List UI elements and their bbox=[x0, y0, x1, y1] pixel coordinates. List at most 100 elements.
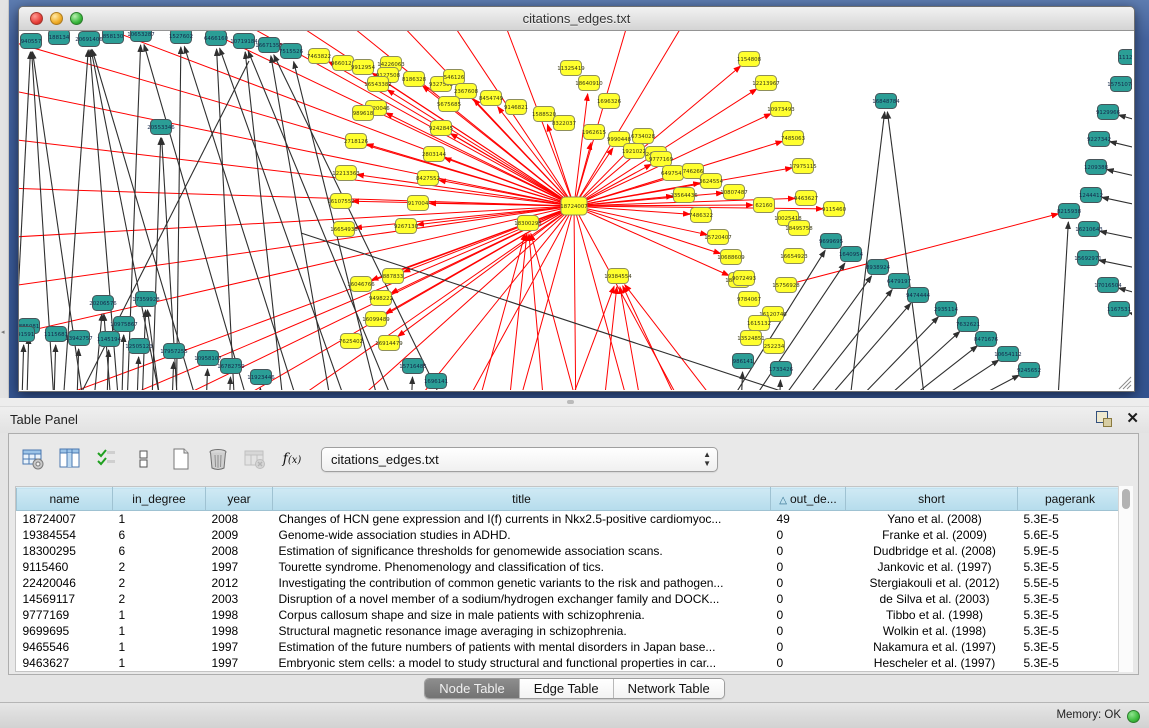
cell[interactable]: 9465546 bbox=[17, 639, 113, 655]
cell[interactable]: 5.3E-5 bbox=[1018, 591, 1123, 607]
graph-edge[interactable] bbox=[217, 49, 236, 390]
cell[interactable]: 5.3E-5 bbox=[1018, 623, 1123, 639]
table-row[interactable]: 2242004622012Investigating the contribut… bbox=[17, 575, 1123, 591]
select-columns-icon[interactable] bbox=[94, 446, 120, 472]
table-row[interactable]: 911546021997Tourette syndrome. Phenomeno… bbox=[17, 559, 1123, 575]
column-header-name[interactable]: name bbox=[17, 488, 113, 511]
graph-edge[interactable] bbox=[91, 314, 102, 390]
scrollbar-thumb[interactable] bbox=[1122, 489, 1130, 509]
cell[interactable]: 2008 bbox=[206, 543, 273, 559]
cell[interactable]: 2008 bbox=[206, 511, 273, 528]
graph-edge[interactable] bbox=[574, 206, 576, 390]
cell[interactable]: 1997 bbox=[206, 655, 273, 671]
graph-edge[interactable] bbox=[136, 357, 139, 390]
cell[interactable]: 1998 bbox=[206, 607, 273, 623]
graph-edge[interactable] bbox=[398, 206, 574, 336]
cell[interactable]: 1997 bbox=[206, 639, 273, 655]
graph-edge[interactable] bbox=[53, 345, 56, 390]
column-header-in_degree[interactable]: in_degree bbox=[113, 488, 206, 511]
cell[interactable]: 9115460 bbox=[17, 559, 113, 575]
cell[interactable]: 1 bbox=[113, 639, 206, 655]
graph-edge[interactable] bbox=[1129, 313, 1132, 324]
graph-edge[interactable] bbox=[601, 287, 617, 390]
memory-status-indicator[interactable] bbox=[1127, 710, 1140, 723]
close-panel-icon[interactable]: ✕ bbox=[1126, 411, 1139, 427]
cell[interactable]: 19384554 bbox=[17, 527, 113, 543]
cell[interactable]: 5.9E-5 bbox=[1018, 543, 1123, 559]
cell[interactable]: Estimation of significance thresholds fo… bbox=[273, 543, 771, 559]
graph-edge[interactable] bbox=[1110, 142, 1132, 154]
cell[interactable]: 0 bbox=[771, 639, 846, 655]
graph-edge[interactable] bbox=[623, 286, 691, 390]
table-row[interactable]: 1938455462009Genome-wide association stu… bbox=[17, 527, 1123, 543]
table-row[interactable]: 1830029562008Estimation of significance … bbox=[17, 543, 1123, 559]
graph-edge[interactable] bbox=[786, 214, 1058, 285]
cell[interactable]: 2 bbox=[113, 559, 206, 575]
canvas-resize-grip[interactable] bbox=[1123, 381, 1131, 389]
graph-edge[interactable] bbox=[245, 52, 286, 390]
cell[interactable]: 9463627 bbox=[17, 655, 113, 671]
canvas-resize-grip[interactable] bbox=[1127, 385, 1131, 389]
change-table-mode-icon[interactable] bbox=[20, 446, 46, 472]
cell[interactable]: Wolkin et al. (1998) bbox=[846, 623, 1018, 639]
graph-edge[interactable] bbox=[620, 287, 646, 390]
table-row[interactable]: 977716911998Corpus callosum shape and si… bbox=[17, 607, 1123, 623]
column-header-out_de[interactable]: △out_de... bbox=[771, 488, 846, 511]
graph-edge[interactable] bbox=[184, 46, 306, 390]
cell[interactable]: Stergiakouli et al. (2012) bbox=[846, 575, 1018, 591]
graph-edge[interactable] bbox=[41, 206, 574, 390]
cell[interactable]: 2 bbox=[113, 591, 206, 607]
graph-edge[interactable] bbox=[559, 286, 614, 390]
cell[interactable]: 5.3E-5 bbox=[1018, 511, 1123, 528]
cell[interactable]: Jankovic et al. (1997) bbox=[846, 559, 1018, 575]
cell[interactable]: Franke et al. (2009) bbox=[846, 527, 1018, 543]
graph-edge[interactable] bbox=[26, 337, 29, 390]
cell[interactable]: Dudbridge et al. (2008) bbox=[846, 543, 1018, 559]
graph-edge[interactable] bbox=[451, 206, 574, 390]
graph-edge[interactable] bbox=[1056, 222, 1068, 390]
column-header-short[interactable]: short bbox=[846, 488, 1018, 511]
cell[interactable]: de Silva et al. (2003) bbox=[846, 591, 1018, 607]
cell[interactable]: Hescheler et al. (1997) bbox=[846, 655, 1018, 671]
graph-edge[interactable] bbox=[450, 134, 574, 206]
cell[interactable]: 0 bbox=[771, 591, 846, 607]
graph-edge[interactable] bbox=[19, 206, 574, 296]
graph-edge[interactable] bbox=[1107, 169, 1132, 182]
graph-edge[interactable] bbox=[1102, 197, 1132, 210]
graph-edge[interactable] bbox=[778, 380, 780, 390]
cell[interactable]: 2003 bbox=[206, 591, 273, 607]
splitter-grip[interactable] bbox=[567, 400, 574, 404]
graph-edge[interactable] bbox=[848, 331, 960, 390]
tab-node-table[interactable]: Node Table bbox=[425, 679, 519, 698]
graph-edge[interactable] bbox=[19, 206, 574, 351]
graph-edge[interactable] bbox=[21, 345, 24, 390]
cell[interactable]: 0 bbox=[771, 543, 846, 559]
tab-network-table[interactable]: Network Table bbox=[613, 679, 724, 698]
cell[interactable]: Investigating the contribution of common… bbox=[273, 575, 771, 591]
cell[interactable]: 14569117 bbox=[17, 591, 113, 607]
cell[interactable]: Yano et al. (2008) bbox=[846, 511, 1018, 528]
table-selector-dropdown[interactable]: citations_edges.txt ▲▼ bbox=[321, 447, 718, 472]
graph-edge[interactable] bbox=[228, 377, 231, 390]
cell[interactable]: 18724007 bbox=[17, 511, 113, 528]
cell[interactable]: Changes of HCN gene expression and I(f) … bbox=[273, 511, 771, 528]
column-header-title[interactable]: title bbox=[273, 488, 771, 511]
graph-edge[interactable] bbox=[1119, 288, 1132, 300]
cell[interactable]: 18300295 bbox=[17, 543, 113, 559]
cell[interactable]: 1 bbox=[113, 607, 206, 623]
cell[interactable]: Tibbo et al. (1998) bbox=[846, 607, 1018, 623]
graph-edge[interactable] bbox=[1099, 260, 1132, 273]
graph-edge[interactable] bbox=[410, 377, 413, 390]
cell[interactable]: 5.3E-5 bbox=[1018, 655, 1123, 671]
graph-edge[interactable] bbox=[779, 290, 892, 390]
graph-edge[interactable] bbox=[121, 335, 124, 390]
cell[interactable]: 1998 bbox=[206, 623, 273, 639]
graph-edge[interactable] bbox=[1119, 115, 1132, 127]
cell[interactable]: 5.6E-5 bbox=[1018, 527, 1123, 543]
cell[interactable]: 1 bbox=[113, 623, 206, 639]
horizontal-splitter[interactable] bbox=[0, 398, 1149, 407]
cell[interactable]: 1 bbox=[113, 655, 206, 671]
cell[interactable]: Estimation of the future numbers of pati… bbox=[273, 639, 771, 655]
graph-edge[interactable] bbox=[367, 144, 574, 206]
graph-edge[interactable] bbox=[888, 360, 999, 390]
